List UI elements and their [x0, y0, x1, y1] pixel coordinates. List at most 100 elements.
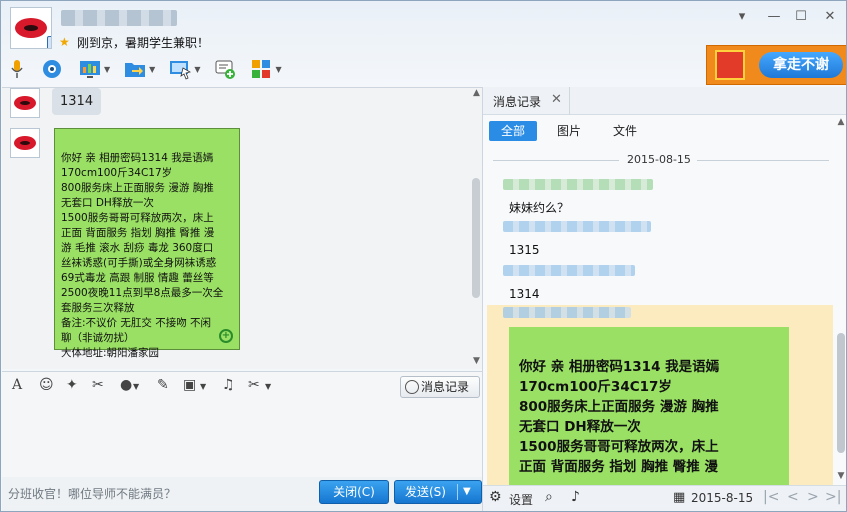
send-divider [457, 484, 458, 500]
text-line: 1500服务哥哥可释放两次，床上 [61, 212, 214, 224]
history-image-preview[interactable]: 你好 亲 相册密码1314 我是语嫣 170cm100斤34C17岁 800服务… [509, 327, 789, 487]
scroll-down-icon[interactable]: ▼ [471, 356, 482, 366]
zoom-in-icon[interactable]: + [219, 329, 233, 343]
text-line: 游 毛推 滚水 刮痧 毒龙 360度口 [61, 242, 214, 254]
first-page-icon[interactable]: |< [763, 489, 779, 505]
screenshot-icon[interactable]: ✂ [92, 377, 104, 393]
last-page-icon[interactable]: >| [825, 489, 841, 505]
sender-name-blurred [503, 221, 651, 232]
scroll-down-icon[interactable]: ▼ [835, 471, 846, 481]
gear-icon[interactable]: ⚙ [489, 489, 502, 505]
send-button[interactable]: 发送(S) ▼ [394, 480, 482, 504]
file-transfer-icon[interactable] [124, 58, 146, 80]
scroll-up-icon[interactable]: ▲ [835, 117, 846, 127]
scrollbar-thumb[interactable] [472, 178, 480, 298]
apps-grid-caret-icon[interactable]: ▼ [275, 65, 281, 74]
remote-desktop-caret-icon[interactable]: ▼ [194, 65, 200, 74]
promo-banner[interactable]: 拿走不谢 [706, 45, 846, 85]
text-line: 正面 背面服务 指划 胸推 臀推 漫 [519, 459, 718, 475]
dropdown-menu-icon[interactable]: ▾ [733, 9, 751, 24]
history-scrollbar[interactable]: ▲ ▼ [835, 115, 846, 485]
text-line: 聊（非诚勿扰） [61, 332, 135, 344]
text-line: 套服务三次释放 [61, 302, 135, 314]
text-line: 170cm100斤34C17岁 [519, 379, 672, 395]
text-line: 800服务床上正面服务 漫游 胸推 [61, 182, 214, 194]
next-page-icon[interactable]: > [807, 489, 819, 505]
scrollbar-thumb[interactable] [837, 333, 845, 453]
text-line: 你好 亲 相册密码1314 我是语嫣 [519, 359, 720, 375]
speaker-icon[interactable]: ♪ [571, 489, 580, 505]
tab-message-history[interactable]: 消息记录 [493, 93, 541, 110]
scissors-icon[interactable]: ✂ [248, 377, 260, 393]
close-button[interactable]: 关闭(C) [319, 480, 389, 504]
text-line: 1500服务哥哥可释放两次，床上 [519, 439, 719, 455]
text-line: 2500夜晚11点到早8点最多一次全 [61, 287, 224, 299]
image-message[interactable]: 你好 亲 相册密码1314 我是语嫣 170cm100斤34C17岁 800服务… [54, 128, 240, 359]
date-separator: 2015-08-15 [483, 153, 835, 167]
chat-scrollbar[interactable]: ▲ ▼ [471, 88, 482, 369]
close-tab-icon[interactable]: ✕ [551, 92, 562, 107]
star-icon: ★ [59, 35, 70, 49]
text-line: 丝袜诱惑(可手撕)或全身网袜诱惑 [61, 257, 217, 269]
text-line: 无套口 DH释放一次 [519, 419, 641, 435]
close-icon[interactable]: ✕ [821, 9, 839, 24]
maximize-icon[interactable]: ☐ [792, 9, 810, 24]
gift-box-icon [715, 50, 745, 80]
prev-page-icon[interactable]: < [787, 489, 799, 505]
image-caret-icon[interactable]: ▼ [200, 382, 206, 391]
text-line: 800服务床上正面服务 漫游 胸推 [519, 399, 719, 415]
edit-icon[interactable]: ✎ [157, 377, 169, 393]
image-message-text: 你好 亲 相册密码1314 我是语嫣 170cm100斤34C17岁 800服务… [61, 151, 233, 361]
text-line: 备注:不议价 无肛交 不接吻 不闲 [61, 317, 212, 329]
sender-name-blurred [503, 179, 653, 190]
top-toolbar: ▼ ▼ ▼ ▼ [9, 57, 290, 81]
add-app-icon[interactable] [214, 58, 236, 80]
send-options-caret-icon[interactable]: ▼ [463, 481, 471, 503]
microphone-icon[interactable] [9, 58, 25, 80]
filter-files[interactable]: 文件 [601, 121, 649, 141]
remote-desktop-icon[interactable] [169, 58, 192, 80]
lips-image [15, 18, 47, 38]
divider-line [697, 160, 829, 161]
font-icon[interactable]: A [12, 377, 22, 393]
magic-wand-icon[interactable]: ✦ [66, 377, 78, 393]
file-transfer-caret-icon[interactable]: ▼ [149, 65, 155, 74]
screen-share-icon[interactable] [79, 58, 101, 80]
apps-grid-icon[interactable] [250, 58, 272, 80]
message-input[interactable] [2, 401, 482, 477]
screen-share-caret-icon[interactable]: ▼ [104, 65, 110, 74]
settings-link[interactable]: 设置 [509, 491, 533, 508]
text-line: 170cm100斤34C17岁 [61, 167, 173, 179]
scissors-caret-icon[interactable]: ▼ [265, 382, 271, 391]
promo-button[interactable]: 拿走不谢 [759, 52, 843, 78]
music-icon[interactable]: ♫ [222, 377, 235, 393]
calendar-icon[interactable]: ▦ [673, 490, 685, 505]
filter-all[interactable]: 全部 [489, 121, 537, 141]
minimize-icon[interactable]: — [765, 9, 783, 24]
filter-images[interactable]: 图片 [545, 121, 593, 141]
message-history-label: 消息记录 [421, 380, 470, 394]
footer-date[interactable]: 2015-8-15 [691, 491, 753, 505]
input-toolbar: A ☺ ✦ ✂ ● ▼ ✎ ▣ ▼ ♫ ✂ ▼ 消息记录 ▼ [2, 371, 482, 413]
sender-avatar[interactable] [10, 88, 40, 118]
ad-hint-link[interactable]: 分班收官！哪位导师不能满员？ [8, 485, 176, 502]
voice-caret-icon[interactable]: ▼ [133, 382, 139, 391]
chat-window: ★ 刚到京，暑期学生兼职！ ▾ — ☐ ✕ ▼ ▼ ▼ ▼ 拿走不谢 1314 … [0, 0, 847, 512]
contact-name-blurred[interactable] [61, 10, 177, 26]
contact-avatar[interactable] [10, 7, 52, 49]
emoji-icon[interactable]: ☺ [39, 377, 54, 393]
search-icon[interactable]: ⌕ [545, 489, 553, 505]
contact-status-text: 刚到京，暑期学生兼职！ [77, 36, 210, 50]
text-line: 大体地址:朝阳潘家园 [61, 347, 160, 359]
sender-avatar[interactable] [10, 128, 40, 158]
image-icon[interactable]: ▣ [183, 377, 196, 393]
history-message: 1314 [509, 287, 540, 301]
message-history-button[interactable]: 消息记录 ▼ [400, 376, 480, 413]
video-icon[interactable] [41, 58, 63, 80]
voice-message-icon[interactable]: ● [120, 377, 132, 393]
history-footer: ⚙ 设置 ⌕ ♪ ▦ 2015-8-15 |< < > >| [483, 485, 846, 511]
tab-divider [569, 87, 570, 115]
scroll-up-icon[interactable]: ▲ [471, 88, 482, 98]
mobile-online-icon [47, 36, 51, 48]
sender-name-blurred [503, 265, 635, 276]
